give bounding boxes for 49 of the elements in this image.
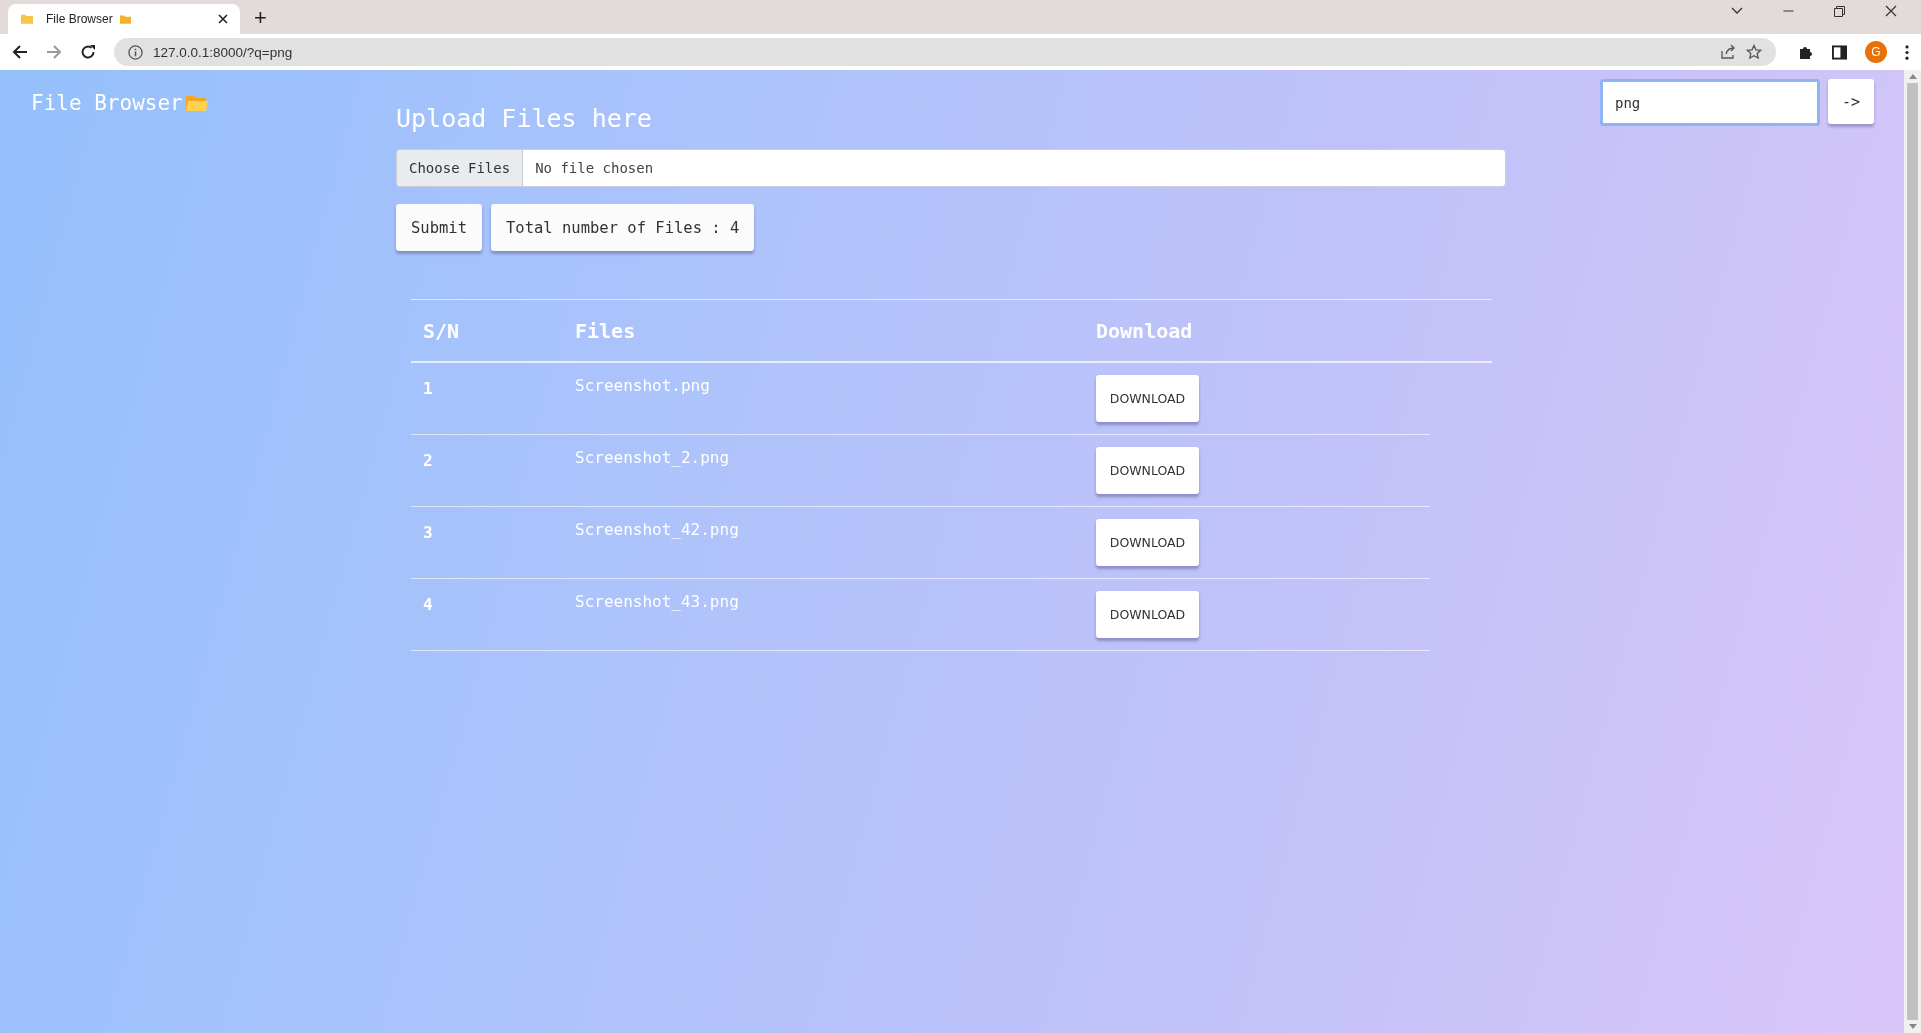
download-button[interactable]: DOWNLOAD: [1096, 591, 1199, 638]
file-name: Screenshot_2.png: [575, 448, 731, 467]
download-button[interactable]: DOWNLOAD: [1096, 447, 1199, 494]
address-bar[interactable]: 127.0.0.1:8000/?q=png: [114, 38, 1776, 66]
tab-title: File Browser: [46, 12, 113, 26]
close-icon[interactable]: [1885, 5, 1897, 17]
site-title: File Browser: [31, 91, 183, 115]
download-button[interactable]: DOWNLOAD: [1096, 519, 1199, 566]
folder-icon: [184, 93, 209, 113]
scrollbar-thumb[interactable]: [1907, 83, 1918, 1020]
reload-icon[interactable]: [80, 44, 96, 60]
search-field[interactable]: png: [1600, 79, 1820, 126]
file-input[interactable]: Choose Files No file chosen: [396, 149, 1506, 187]
scrollbar[interactable]: [1904, 70, 1921, 1033]
scroll-up-icon[interactable]: [1908, 74, 1917, 79]
new-tab-button[interactable]: +: [254, 6, 267, 30]
file-count-button[interactable]: Total number of Files : 4: [491, 204, 755, 251]
search-button[interactable]: ->: [1828, 79, 1874, 124]
file-name: Screenshot.png: [575, 376, 711, 395]
url-text: 127.0.0.1:8000/?q=png: [153, 44, 293, 60]
upload-heading: Upload Files here: [396, 104, 653, 133]
star-icon[interactable]: [1746, 44, 1762, 60]
column-header: Download: [1096, 318, 1193, 343]
row-number: 1: [422, 378, 434, 398]
file-status-text: No file chosen: [534, 159, 654, 178]
submit-button[interactable]: Submit: [396, 204, 482, 251]
download-button[interactable]: DOWNLOAD: [1096, 375, 1199, 422]
chevron-down-icon[interactable]: [1731, 7, 1743, 15]
restore-icon[interactable]: [1834, 5, 1845, 17]
choose-files-button[interactable]: Choose Files: [397, 150, 524, 186]
row-number: 2: [422, 450, 434, 470]
scroll-down-icon[interactable]: [1908, 1024, 1917, 1029]
side-panel-icon[interactable]: [1832, 44, 1847, 60]
file-name: Screenshot_43.png: [575, 592, 740, 611]
folder-icon: [20, 13, 34, 25]
row-number: 4: [422, 594, 434, 614]
browser-tab[interactable]: File Browser: [8, 4, 240, 34]
file-name: Screenshot_42.png: [575, 520, 740, 539]
folder-icon: [118, 13, 132, 25]
row-number: 3: [422, 522, 434, 542]
info-icon: [128, 44, 143, 60]
share-icon[interactable]: [1720, 44, 1736, 60]
close-icon[interactable]: [218, 14, 228, 24]
forward-arrow-icon[interactable]: [46, 44, 62, 60]
column-header: Files: [575, 318, 637, 343]
back-arrow-icon[interactable]: [12, 44, 28, 60]
puzzle-icon[interactable]: [1798, 44, 1814, 60]
column-header: S/N: [422, 318, 461, 343]
menu-icon[interactable]: [1905, 44, 1909, 60]
